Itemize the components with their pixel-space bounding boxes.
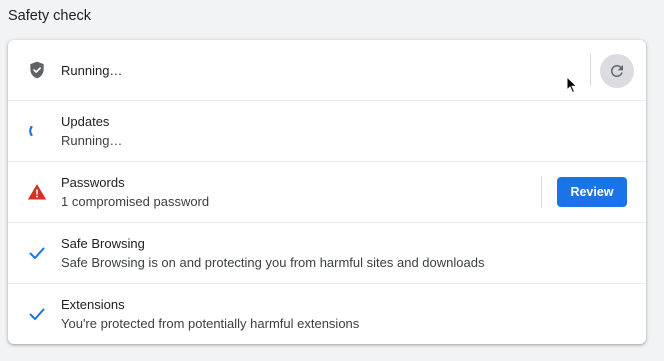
section-title: Safety check — [8, 8, 92, 24]
refresh-icon — [608, 62, 626, 80]
spinner-icon — [27, 121, 47, 141]
warning-icon — [27, 182, 47, 202]
extensions-row: Extensions You're protected from potenti… — [8, 283, 646, 344]
extensions-subtitle: You're protected from potentially harmfu… — [61, 316, 360, 331]
divider — [541, 176, 542, 208]
mouse-cursor-icon — [566, 75, 578, 94]
updates-subtitle: Running… — [61, 133, 123, 148]
safe-browsing-title: Safe Browsing — [61, 236, 145, 251]
updates-title: Updates — [61, 114, 110, 129]
passwords-row: Passwords 1 compromised password Review — [8, 161, 646, 222]
safe-browsing-row: Safe Browsing Safe Browsing is on and pr… — [8, 222, 646, 283]
checkmark-icon — [27, 243, 47, 263]
checkmark-icon — [27, 304, 47, 324]
divider — [590, 54, 591, 86]
passwords-title: Passwords — [61, 175, 125, 190]
review-button[interactable]: Review — [557, 177, 627, 207]
passwords-subtitle: 1 compromised password — [61, 194, 210, 209]
safe-browsing-subtitle: Safe Browsing is on and protecting you f… — [61, 255, 485, 270]
settings-page: Safety check Running… Updates Running… P… — [0, 0, 664, 361]
safety-check-card: Running… Updates Running… Passwords 1 co… — [8, 40, 646, 344]
updates-row: Updates Running… — [8, 100, 646, 161]
refresh-button[interactable] — [600, 54, 634, 88]
shield-icon — [27, 60, 47, 80]
safety-check-status-text: Running… — [61, 63, 123, 78]
safety-check-status-row: Running… — [8, 40, 646, 100]
extensions-title: Extensions — [61, 297, 125, 312]
